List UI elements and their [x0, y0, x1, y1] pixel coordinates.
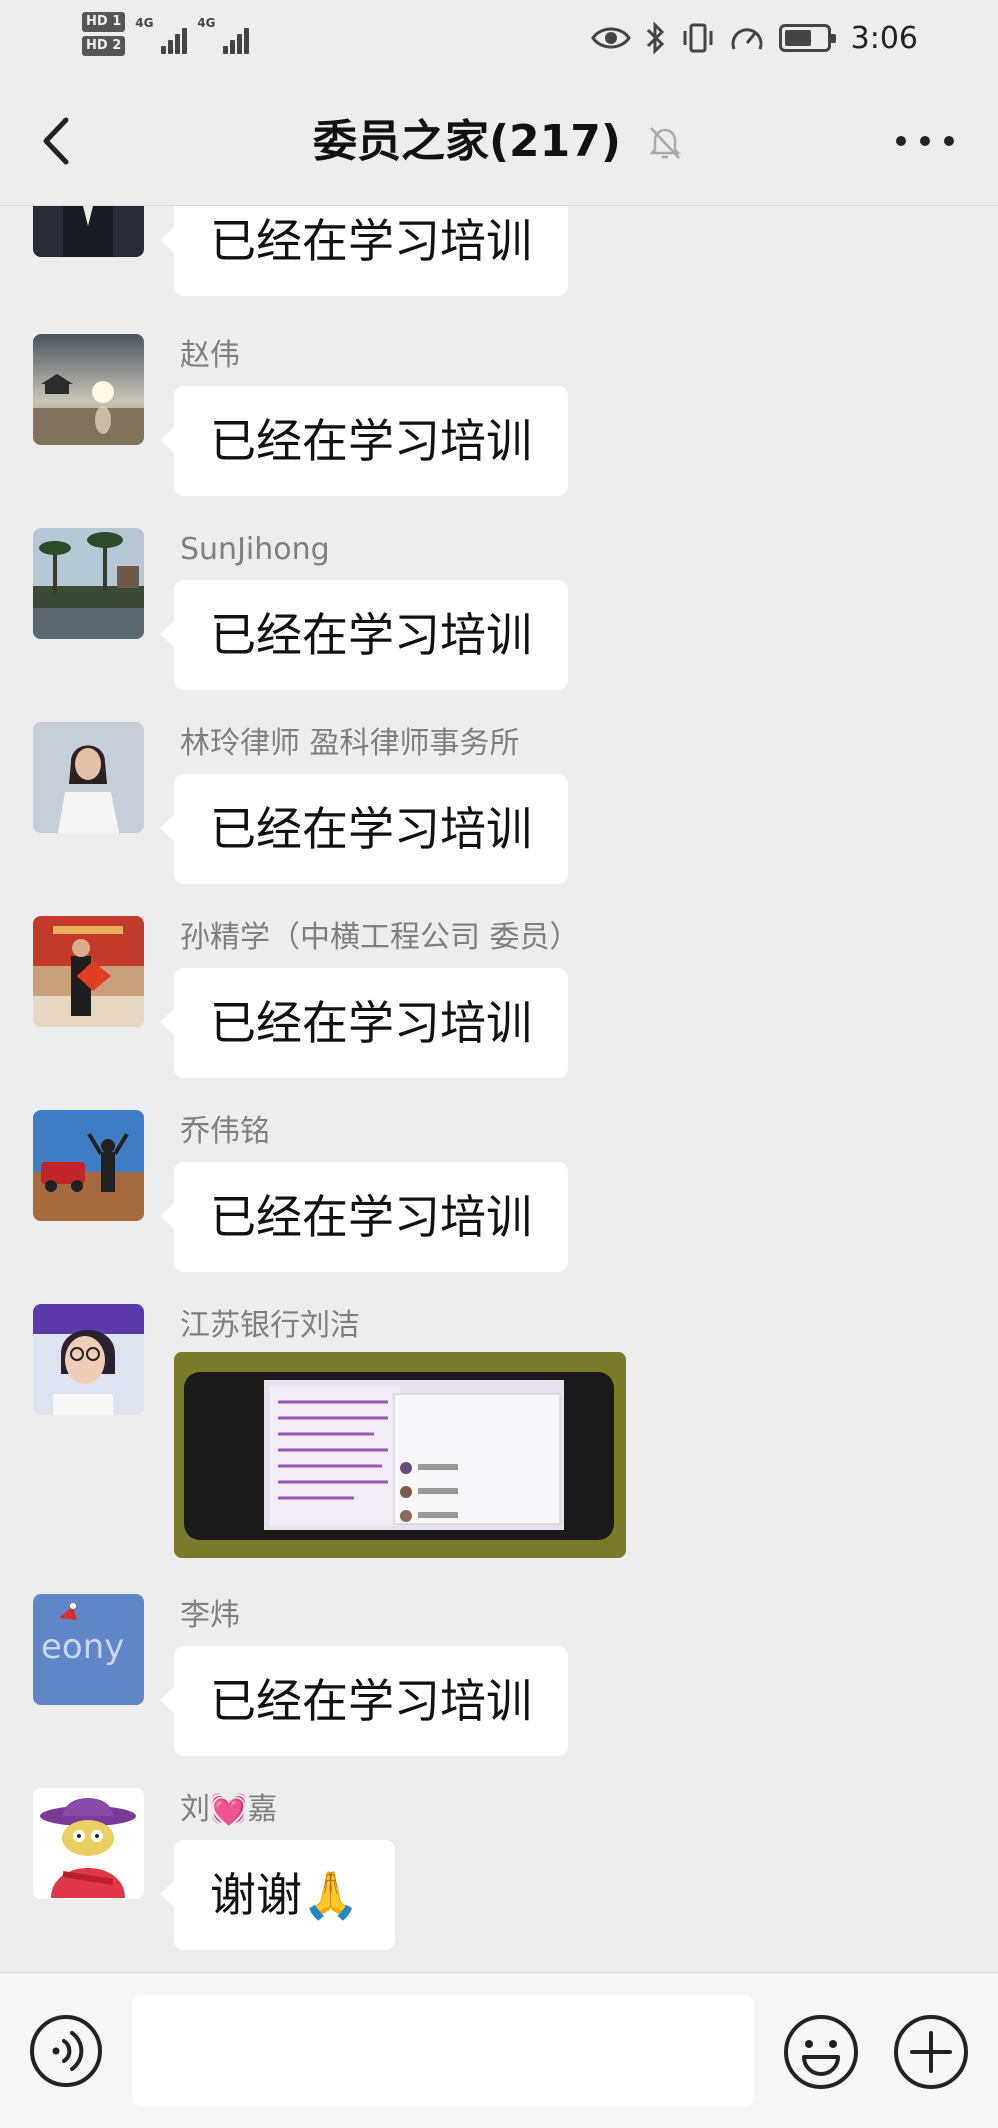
message-bubble[interactable]: 已经在学习培训: [160, 1646, 568, 1756]
emoji-button[interactable]: [782, 2013, 860, 2091]
message-bubble[interactable]: 已经在学习培训: [160, 386, 568, 496]
status-icons: 3:06: [590, 16, 918, 60]
avatar-sunset-lake[interactable]: [33, 334, 144, 445]
avatar-snow-writing[interactable]: eony: [33, 1594, 144, 1705]
avatar-cartoon-hat[interactable]: [33, 1788, 144, 1899]
message-bubble[interactable]: 已经在学习培训: [160, 580, 568, 690]
signal-strength-icon-2: 4G: [197, 14, 250, 54]
emoji-icon: [784, 2015, 858, 2089]
network-type-2: 4G: [197, 16, 216, 30]
message-bubble[interactable]: 已经在学习培训: [160, 968, 568, 1078]
message-bubble[interactable]: 已经在学习培训: [160, 1162, 568, 1272]
network-type-1: 4G: [135, 16, 154, 30]
sim1-hd-tag: HD 1: [82, 12, 126, 32]
image-message[interactable]: [174, 1352, 626, 1558]
sim2-hd-tag: HD 2: [82, 36, 126, 56]
more-functions-button[interactable]: [892, 2013, 970, 2091]
input-bar: [0, 1972, 998, 2128]
message-list[interactable]: 已经在学习培训 赵伟 已经在学习培训 SunJihong 已经在学习培训 林玲律…: [0, 206, 998, 1972]
sender-name: 孙精学（中横工程公司 委员）: [180, 920, 580, 955]
sender-name: 赵伟: [180, 338, 240, 373]
sender-name: 江苏银行刘洁: [180, 1308, 360, 1343]
avatar-suit[interactable]: [33, 206, 144, 257]
clock: 3:06: [850, 20, 918, 56]
chat-title: 委员之家(217): [312, 116, 622, 167]
status-bar: HD 1 HD 2 4G 4G 3:06: [0, 0, 998, 76]
message-bubble[interactable]: 已经在学习培训: [160, 206, 568, 296]
sender-name: 林玲律师 盈科律师事务所: [180, 726, 520, 761]
bluetooth-icon: [646, 21, 664, 55]
battery-icon: [778, 24, 836, 52]
title-group: 委员之家(217): [0, 112, 998, 172]
bell-muted-icon: [649, 127, 682, 159]
voice-icon: [30, 2015, 102, 2087]
avatar-lawyer-woman[interactable]: [33, 722, 144, 833]
message-bubble[interactable]: 谢谢🙏: [159, 1840, 396, 1950]
sender-name: 刘💓嘉: [180, 1792, 278, 1827]
sender-name: 李炜: [180, 1598, 240, 1633]
more-dots-icon: [896, 136, 906, 146]
avatar-woman-glasses[interactable]: [33, 1304, 144, 1415]
more-button[interactable]: [890, 116, 960, 166]
signal-group: HD 1 HD 2 4G 4G: [82, 12, 250, 56]
plus-icon: [894, 2015, 968, 2089]
chat-header: 委员之家(217): [0, 76, 998, 206]
signal-strength-icon: 4G: [135, 14, 188, 54]
sender-name: 乔伟铭: [180, 1114, 270, 1149]
svg-text:eony: eony: [41, 1627, 124, 1667]
avatar-palm-trees[interactable]: [33, 528, 144, 639]
eye-icon: [590, 27, 631, 49]
message-input[interactable]: [132, 1995, 754, 2107]
avatar-red-banner[interactable]: [33, 916, 144, 1027]
voice-button[interactable]: [28, 2013, 104, 2089]
sender-name: SunJihong: [180, 532, 330, 567]
vibrate-icon: [683, 23, 713, 53]
speed-icon: [731, 28, 763, 50]
avatar-truck-desert[interactable]: [33, 1110, 144, 1221]
message-bubble[interactable]: 已经在学习培训: [160, 774, 568, 884]
